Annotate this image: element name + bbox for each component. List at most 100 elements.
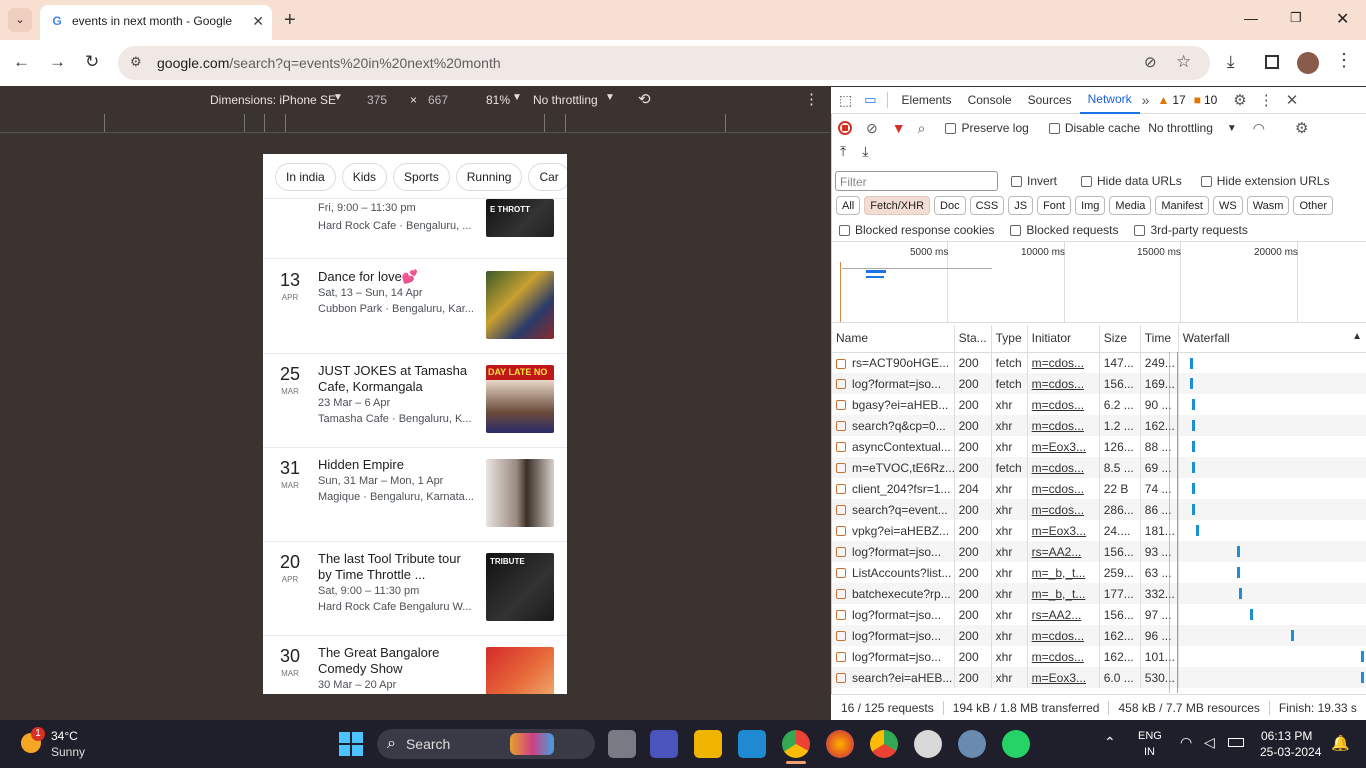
request-initiator[interactable]: m=_b,_t... xyxy=(1027,583,1100,604)
chip-kids[interactable]: Kids xyxy=(341,163,388,191)
preserve-log-checkbox[interactable] xyxy=(945,122,957,134)
request-initiator[interactable]: rs=AA2... xyxy=(1027,541,1100,562)
request-initiator[interactable]: m=cdos... xyxy=(1027,646,1100,667)
request-initiator[interactable]: m=cdos... xyxy=(1027,478,1100,499)
menu-icon[interactable]: ⋮ xyxy=(1335,50,1353,71)
new-tab-button[interactable]: + xyxy=(284,9,296,32)
windows-start-icon[interactable] xyxy=(339,732,363,756)
tab-search-icon[interactable]: ⌄ xyxy=(8,8,32,32)
event-item[interactable]: Fri, 9:00 – 11:30 pm Hard Rock Cafe · Be… xyxy=(263,199,567,259)
settings-gear-icon[interactable]: ⚙ xyxy=(1233,91,1246,109)
hide-data-urls-checkbox[interactable] xyxy=(1081,175,1093,187)
chip-car[interactable]: Car xyxy=(528,163,567,191)
type-img[interactable]: Img xyxy=(1075,196,1106,215)
whatsapp-icon[interactable] xyxy=(1002,730,1030,758)
filter-funnel-icon[interactable]: ▼ xyxy=(892,120,906,136)
request-row[interactable]: batchexecute?rp... 200 xhr m=_b,_t... 177...… xyxy=(832,583,1366,604)
tab-elements[interactable]: Elements xyxy=(894,87,960,114)
wifi-icon[interactable]: ◠ xyxy=(1180,734,1192,751)
tab-sources[interactable]: Sources xyxy=(1020,87,1080,114)
type-wasm[interactable]: Wasm xyxy=(1246,196,1290,215)
volume-icon[interactable]: ◁ xyxy=(1204,734,1215,751)
device-select[interactable]: Dimensions: iPhone SE xyxy=(210,93,336,107)
address-bar[interactable]: ⚙ google.com/search?q=events%20in%20next… xyxy=(118,46,1210,80)
inspect-element-icon[interactable]: ⬚ xyxy=(839,92,852,109)
request-initiator[interactable]: m=cdos... xyxy=(1027,415,1100,436)
search-icon[interactable]: ⌕ xyxy=(918,120,926,137)
teams-icon[interactable] xyxy=(650,730,678,758)
chrome-icon[interactable] xyxy=(782,730,810,758)
side-panel-icon[interactable] xyxy=(1265,55,1279,69)
device-width-input[interactable]: 375 xyxy=(367,93,387,107)
taskbar-search[interactable]: ⌕ Search xyxy=(377,729,595,759)
network-throttling-select[interactable]: No throttling xyxy=(1148,121,1213,135)
clear-icon[interactable]: ⊘ xyxy=(866,120,878,137)
file-explorer-icon[interactable] xyxy=(694,730,722,758)
event-item[interactable]: 25 MAR JUST JOKES at Tamasha Cafe, Korma… xyxy=(263,354,567,448)
browser-tab[interactable]: G events in next month - Google ✕ xyxy=(40,5,272,40)
request-row[interactable]: client_204?fsr=1... 204 xhr m=cdos... 22 B 74… xyxy=(832,478,1366,499)
type-css[interactable]: CSS xyxy=(969,196,1005,215)
request-row[interactable]: bgasy?ei=aHEB... 200 xhr m=cdos... 6.2 ... 90… xyxy=(832,394,1366,415)
request-row[interactable]: log?format=jso... 200 xhr m=cdos... 162... 96… xyxy=(832,625,1366,646)
network-overview[interactable]: 5000 ms 10000 ms 15000 ms 20000 ms xyxy=(832,241,1366,323)
vscode-icon[interactable] xyxy=(738,730,766,758)
warning-icon[interactable]: ▲ xyxy=(1157,93,1169,107)
type-all[interactable]: All xyxy=(836,196,861,215)
devtools-menu-icon[interactable]: ⋮ xyxy=(1259,91,1274,109)
more-options-icon[interactable]: ⋮ xyxy=(804,90,819,108)
network-settings-icon[interactable]: ⚙ xyxy=(1295,119,1308,137)
clock-app-icon[interactable] xyxy=(914,730,942,758)
request-initiator[interactable]: m=cdos... xyxy=(1027,394,1100,415)
back-icon[interactable]: ← xyxy=(13,52,30,72)
event-item[interactable]: 31 MAR Hidden Empire Sun, 31 Mar – Mon, … xyxy=(263,448,567,542)
col-type[interactable]: Type xyxy=(991,325,1028,353)
bookmark-star-icon[interactable]: ☆ xyxy=(1176,52,1191,72)
more-tabs-button[interactable]: » xyxy=(1142,92,1150,108)
tray-chevron-icon[interactable]: ⌃ xyxy=(1104,734,1116,751)
invert-checkbox[interactable] xyxy=(1011,175,1022,187)
type-media[interactable]: Media xyxy=(1109,196,1152,215)
request-row[interactable]: m=eTVOC,tE6Rz... 200 fetch m=cdos... 8.5 ...… xyxy=(832,457,1366,478)
request-row[interactable]: rs=ACT90oHGE... 200 fetch m=cdos... 147... 24… xyxy=(832,352,1366,373)
disable-cache-checkbox[interactable] xyxy=(1048,122,1060,134)
chip-running[interactable]: Running xyxy=(455,163,523,191)
request-initiator[interactable]: m=Eox3... xyxy=(1027,436,1100,457)
third-party-checkbox[interactable] xyxy=(1134,224,1146,236)
close-window-button[interactable]: ✕ xyxy=(1336,9,1349,29)
language-label[interactable]: ENG xyxy=(1138,730,1162,742)
network-conditions-icon[interactable]: ◠ xyxy=(1253,120,1265,137)
maximize-button[interactable]: ❐ xyxy=(1290,10,1302,26)
request-initiator[interactable]: m=cdos... xyxy=(1027,499,1100,520)
weather-temp[interactable]: 34°C xyxy=(51,729,78,743)
zoom-select[interactable]: 81% xyxy=(486,93,510,107)
type-fetch-xhr[interactable]: Fetch/XHR xyxy=(864,196,931,215)
download-icon[interactable]: ⤓ xyxy=(1227,52,1235,72)
blocked-requests-checkbox[interactable] xyxy=(1010,224,1022,236)
hide-extension-urls-checkbox[interactable] xyxy=(1200,175,1212,187)
settings-app-icon[interactable] xyxy=(958,730,986,758)
close-devtools-icon[interactable]: ✕ xyxy=(1286,91,1299,109)
request-initiator[interactable]: m=Eox3... xyxy=(1027,667,1100,688)
minimize-button[interactable]: — xyxy=(1244,10,1258,26)
request-initiator[interactable]: m=cdos... xyxy=(1027,625,1100,646)
request-initiator[interactable]: rs=AA2... xyxy=(1027,604,1100,625)
upload-har-icon[interactable]: ⤒ xyxy=(840,143,846,160)
chrome-profile-icon[interactable] xyxy=(870,730,898,758)
type-other[interactable]: Other xyxy=(1293,196,1333,215)
event-item[interactable]: 30 MAR The Great Bangalore Comedy Show 3… xyxy=(263,636,567,694)
request-row[interactable]: log?format=jso... 200 xhr rs=AA2... 156... 97… xyxy=(832,604,1366,625)
request-initiator[interactable]: m=_b,_t... xyxy=(1027,562,1100,583)
download-har-icon[interactable]: ⤓ xyxy=(862,143,868,160)
firefox-icon[interactable] xyxy=(826,730,854,758)
request-initiator[interactable]: m=cdos... xyxy=(1027,457,1100,478)
filter-input[interactable]: Filter xyxy=(835,171,998,191)
device-height-input[interactable]: 667 xyxy=(428,93,448,107)
request-initiator[interactable]: m=cdos... xyxy=(1027,352,1100,373)
forward-icon[interactable]: → xyxy=(49,52,66,72)
type-ws[interactable]: WS xyxy=(1212,196,1243,215)
battery-icon[interactable] xyxy=(1228,738,1244,747)
request-row[interactable]: ListAccounts?list... 200 xhr m=_b,_t... 259.… xyxy=(832,562,1366,583)
request-row[interactable]: search?q&cp=0... 200 xhr m=cdos... 1.2 ... 16… xyxy=(832,415,1366,436)
chip-sports[interactable]: Sports xyxy=(393,163,450,191)
